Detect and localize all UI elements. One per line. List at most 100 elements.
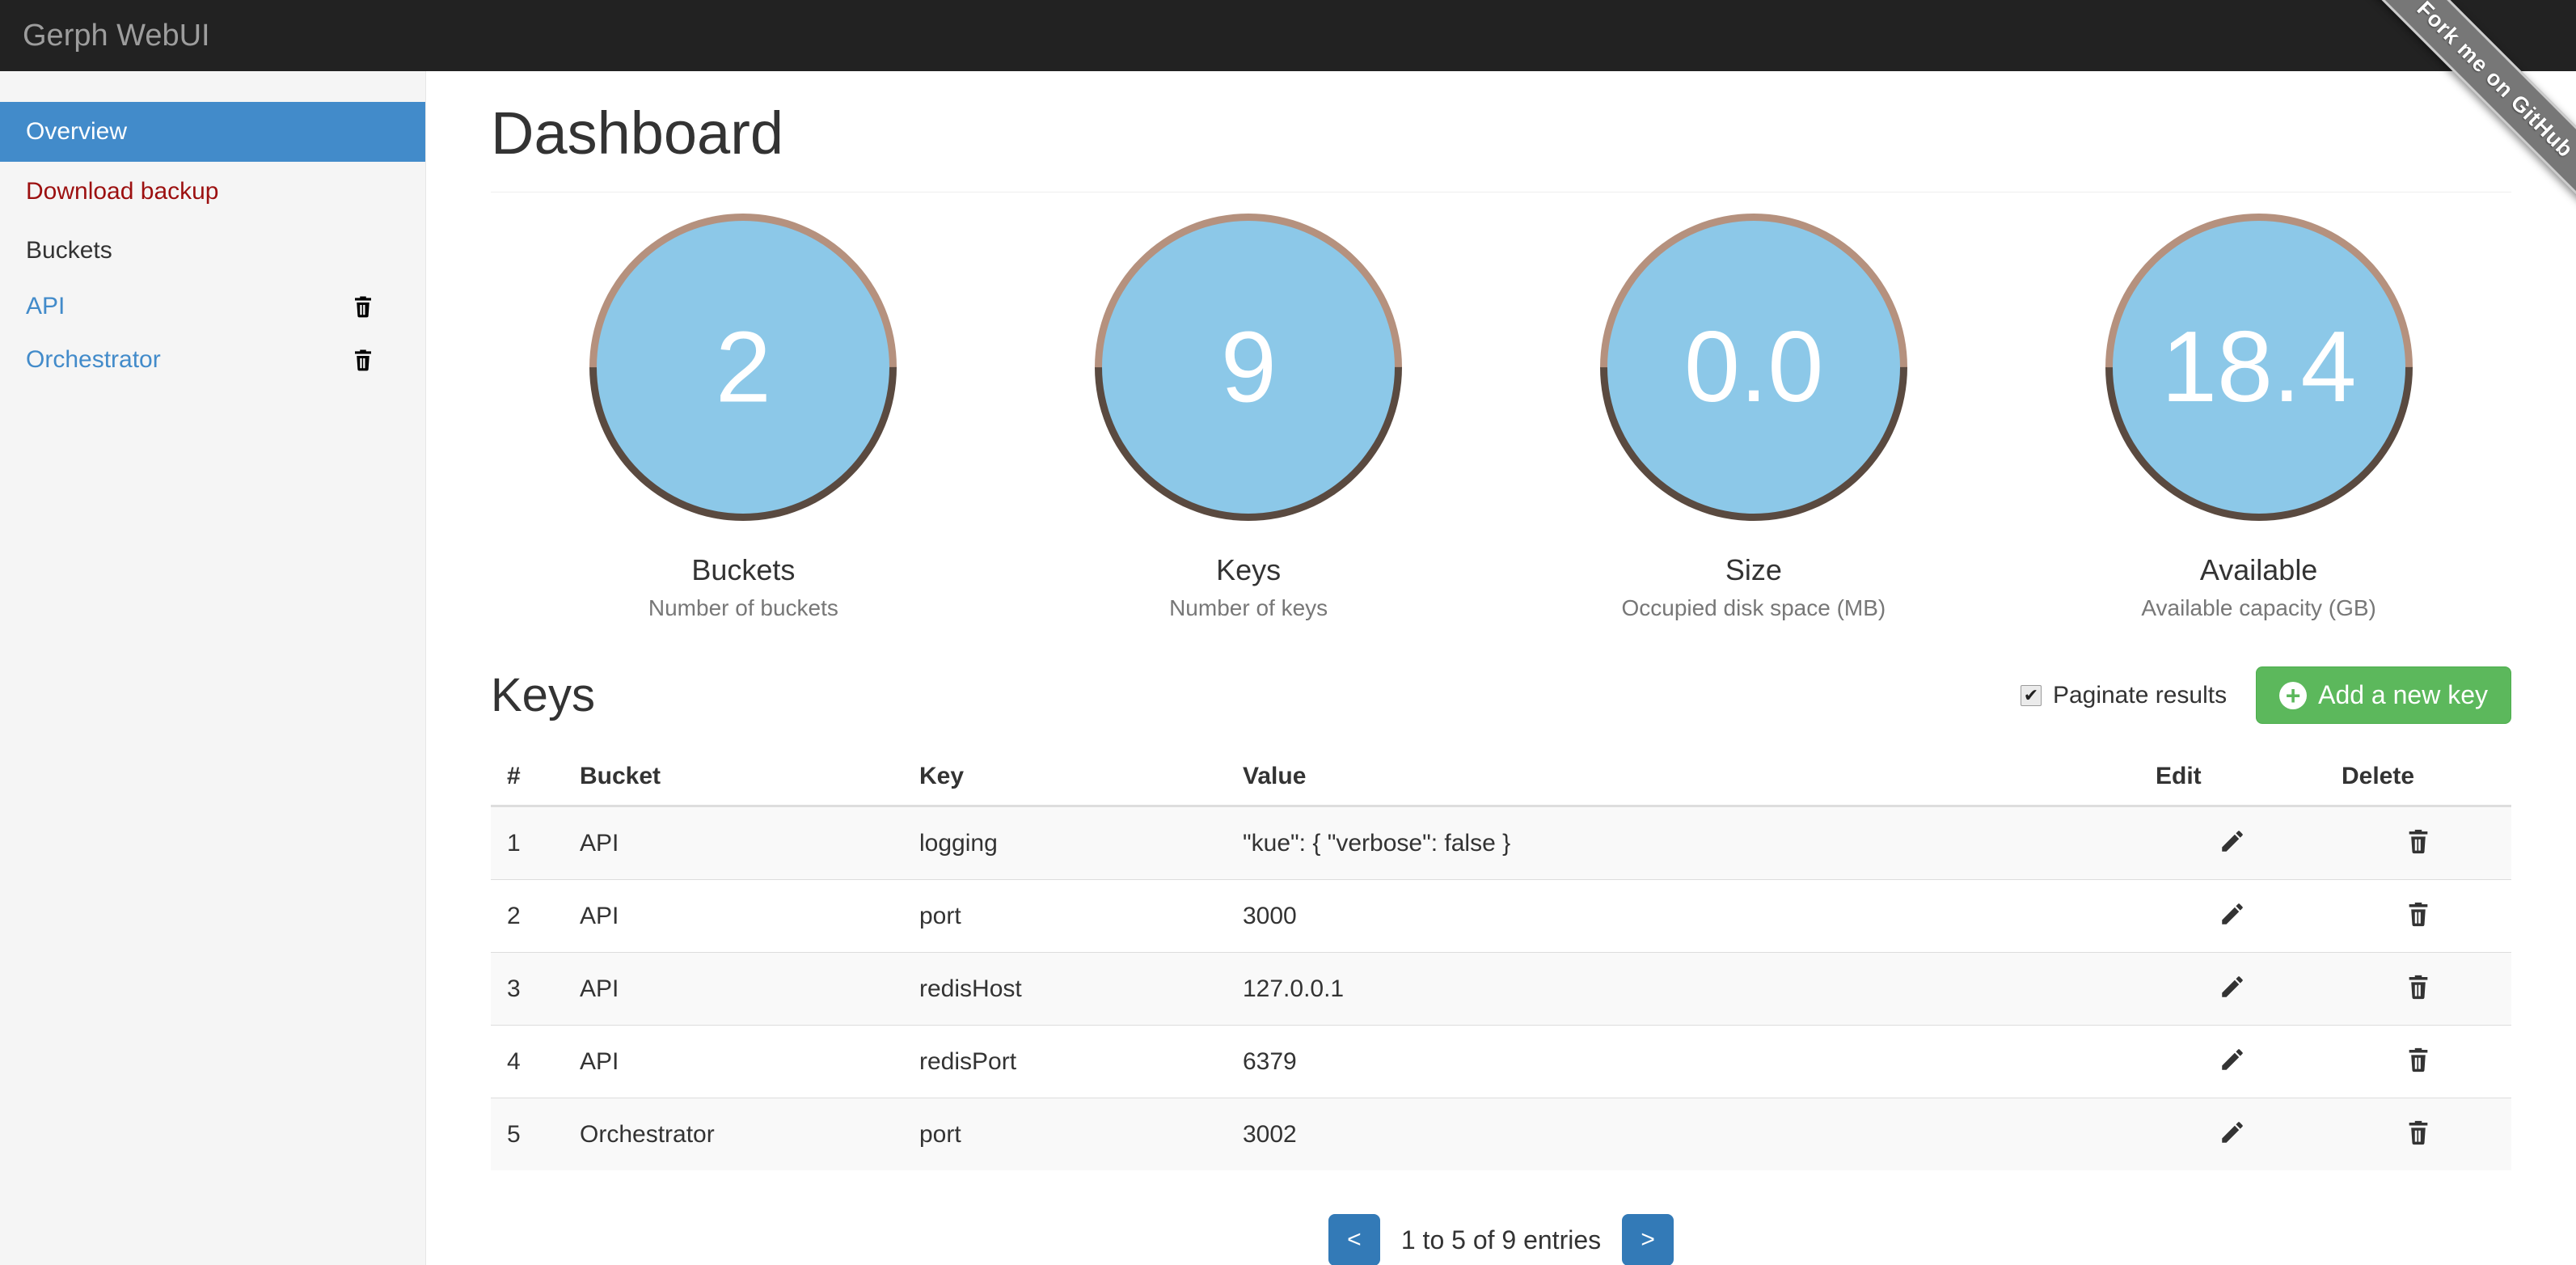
cell-delete [2325,880,2511,953]
add-new-key-label: Add a new key [2318,680,2488,710]
keys-section-header: Keys ✔ Paginate results + Add a new key [491,666,2511,724]
sidebar-item-bucket-orchestrator[interactable]: Orchestrator [0,333,425,387]
main-content: Dashboard 2 Buckets Number of buckets 9 … [426,71,2576,1265]
stat-card-available: 18.4 Available Available capacity (GB) [2006,214,2511,621]
pagination-next-button[interactable]: > [1622,1214,1674,1265]
cell-value: 6379 [1227,1026,2139,1098]
pencil-icon[interactable] [2216,825,2249,857]
cell-edit [2139,880,2325,953]
trash-icon[interactable] [349,293,377,320]
sidebar-item-overview[interactable]: Overview [0,102,425,162]
stat-value-keys: 9 [1221,317,1277,417]
column-header-delete: Delete [2325,748,2511,806]
cell-edit [2139,1098,2325,1171]
pagination: < 1 to 5 of 9 entries > [491,1214,2511,1265]
stat-card-buckets: 2 Buckets Number of buckets [491,214,996,621]
pagination-prev-button[interactable]: < [1328,1214,1380,1265]
cell-number: 1 [491,806,564,880]
cell-bucket: API [564,880,903,953]
sidebar-item-download-backup-label: Download backup [26,178,219,205]
cell-delete [2325,1098,2511,1171]
stat-circle-available: 18.4 [2042,150,2476,585]
table-row: 3 API redisHost 127.0.0.1 [491,953,2511,1026]
keys-table-head: # Bucket Key Value Edit Delete [491,748,2511,806]
cell-edit [2139,953,2325,1026]
stat-circle-keys: 9 [1031,150,1465,585]
cell-bucket: API [564,953,903,1026]
trash-icon[interactable] [2402,898,2435,930]
stat-card-keys: 9 Keys Number of keys [996,214,1501,621]
stat-label-buckets: Buckets [691,553,795,587]
trash-icon[interactable] [2402,1116,2435,1149]
plus-circle-icon: + [2279,682,2307,709]
trash-icon[interactable] [2402,1043,2435,1076]
pencil-icon[interactable] [2216,1043,2249,1076]
table-row: 2 API port 3000 [491,880,2511,953]
stat-label-keys: Keys [1216,553,1281,587]
cell-number: 5 [491,1098,564,1171]
table-row: 4 API redisPort 6379 [491,1026,2511,1098]
sidebar: Overview Download backup Buckets API Orc… [0,71,426,1265]
cell-key: port [903,880,1227,953]
stat-card-size: 0.0 Size Occupied disk space (MB) [1501,214,2007,621]
sidebar-section-buckets-header: Buckets [0,222,425,280]
cell-key: redisHost [903,953,1227,1026]
cell-bucket: API [564,1026,903,1098]
pencil-icon[interactable] [2216,1116,2249,1149]
sidebar-bucket-orchestrator-label: Orchestrator [26,346,161,374]
pencil-icon[interactable] [2216,898,2249,930]
cell-bucket: Orchestrator [564,1098,903,1171]
cell-number: 3 [491,953,564,1026]
keys-section-title: Keys [491,670,595,721]
column-header-edit: Edit [2139,748,2325,806]
cell-edit [2139,806,2325,880]
cell-value: 3000 [1227,880,2139,953]
stat-sub-size: Occupied disk space (MB) [1621,595,1886,621]
cell-delete [2325,1026,2511,1098]
sidebar-bucket-api-label: API [26,293,65,320]
sidebar-item-bucket-api[interactable]: API [0,280,425,333]
sidebar-buckets-header-label: Buckets [26,237,112,264]
stat-value-size: 0.0 [1684,317,1823,417]
paginate-results-toggle[interactable]: ✔ Paginate results [2021,682,2227,709]
stat-sub-buckets: Number of buckets [648,595,838,621]
stat-label-available: Available [2200,553,2317,587]
table-row: 1 API logging "kue": { "verbose": false … [491,806,2511,880]
trash-icon[interactable] [2402,971,2435,1003]
pencil-icon[interactable] [2216,971,2249,1003]
cell-key: port [903,1098,1227,1171]
stat-circle-size: 0.0 [1536,150,1970,585]
keys-table-header-row: # Bucket Key Value Edit Delete [491,748,2511,806]
paginate-results-label: Paginate results [2053,682,2227,709]
cell-delete [2325,953,2511,1026]
pagination-info: 1 to 5 of 9 entries [1401,1225,1601,1255]
cell-number: 4 [491,1026,564,1098]
cell-key: redisPort [903,1026,1227,1098]
cell-bucket: API [564,806,903,880]
cell-edit [2139,1026,2325,1098]
paginate-results-checkbox[interactable]: ✔ [2021,685,2042,706]
stat-value-available: 18.4 [2161,317,2356,417]
trash-icon[interactable] [349,346,377,374]
cell-value: "kue": { "verbose": false } [1227,806,2139,880]
column-header-value: Value [1227,748,2139,806]
sidebar-item-download-backup[interactable]: Download backup [0,162,425,222]
cell-key: logging [903,806,1227,880]
column-header-bucket: Bucket [564,748,903,806]
table-row: 5 Orchestrator port 3002 [491,1098,2511,1171]
stat-value-buckets: 2 [716,317,771,417]
stat-sub-keys: Number of keys [1169,595,1328,621]
keys-toolbar: ✔ Paginate results + Add a new key [2021,666,2511,724]
add-new-key-button[interactable]: + Add a new key [2256,666,2511,724]
keys-table-body: 1 API logging "kue": { "verbose": false … [491,806,2511,1171]
stats-row: 2 Buckets Number of buckets 9 Keys Numbe… [491,214,2511,621]
top-navbar: Gerph WebUI [0,0,2576,71]
stat-circle-buckets: 2 [526,150,961,585]
cell-delete [2325,806,2511,880]
app-brand[interactable]: Gerph WebUI [23,0,210,71]
cell-value: 127.0.0.1 [1227,953,2139,1026]
column-header-key: Key [903,748,1227,806]
stat-label-size: Size [1725,553,1782,587]
column-header-number: # [491,748,564,806]
trash-icon[interactable] [2402,825,2435,857]
